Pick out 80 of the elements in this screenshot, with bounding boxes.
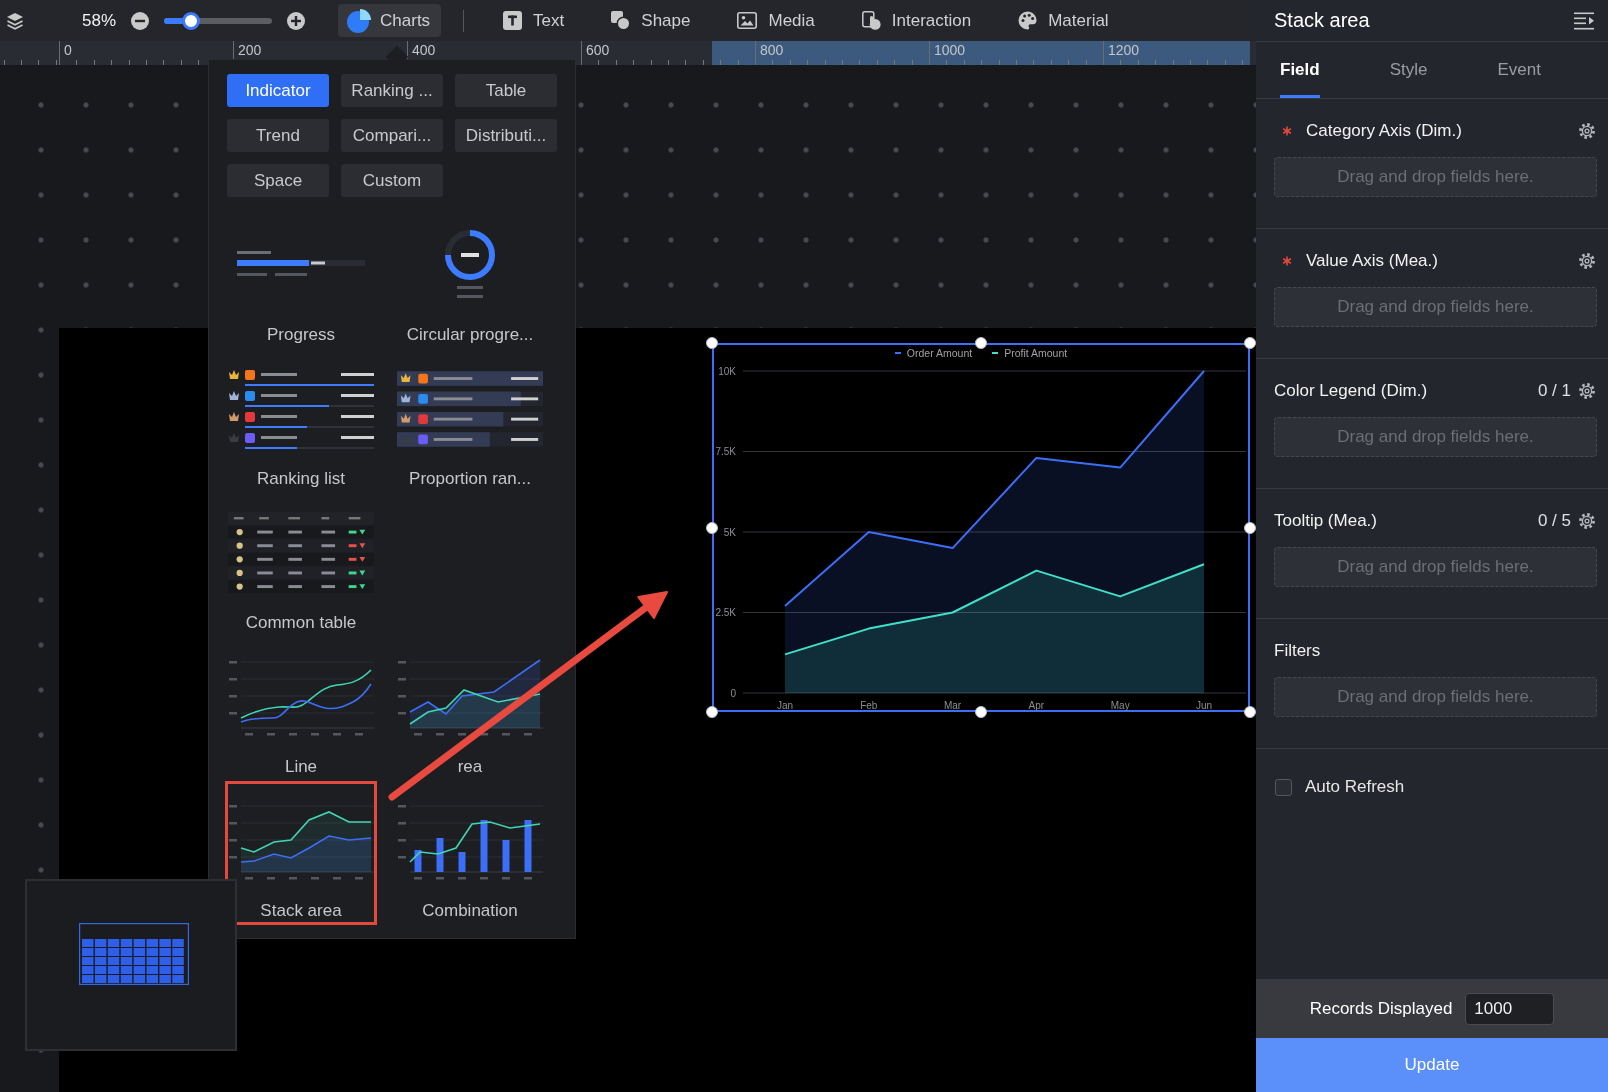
- ruler-label: 400: [411, 41, 436, 59]
- checkbox[interactable]: [1275, 778, 1292, 796]
- panel-title: Stack area: [1274, 9, 1370, 32]
- category-tab[interactable]: Custom: [341, 164, 443, 197]
- ruler-label: 1000: [933, 41, 966, 59]
- image-icon: [737, 12, 758, 29]
- toolbar-button[interactable]: Interaction: [861, 4, 972, 37]
- category-tab[interactable]: Distributi...: [455, 119, 557, 152]
- panel-tab[interactable]: Event: [1497, 42, 1541, 98]
- chart-type-tile[interactable]: Ranking list: [225, 349, 377, 493]
- indent-icon[interactable]: [1574, 11, 1594, 30]
- chart-type-tile[interactable]: Stack area: [225, 781, 377, 925]
- minimap[interactable]: [25, 879, 237, 1051]
- panel-tab[interactable]: Field: [1280, 42, 1320, 98]
- axis-label: 0: [730, 687, 736, 699]
- chart-type-tile[interactable]: Common table: [225, 493, 377, 637]
- checkbox-label[interactable]: Auto Refresh: [1305, 777, 1405, 797]
- resize-handle[interactable]: [706, 337, 718, 349]
- resize-handle[interactable]: [1244, 706, 1256, 718]
- settings-icon[interactable]: [1579, 513, 1595, 529]
- section-label: Filters: [1274, 641, 1321, 661]
- ruler-label: 600: [585, 41, 610, 59]
- resize-handle[interactable]: [1244, 521, 1256, 534]
- panel-tab[interactable]: Style: [1389, 42, 1428, 98]
- legend-label[interactable]: Profit Amount: [1004, 346, 1068, 360]
- category-tab[interactable]: Trend: [227, 119, 329, 152]
- category-tab[interactable]: Compari...: [341, 119, 443, 152]
- ruler-label: 0: [63, 41, 72, 59]
- category-tab[interactable]: Table: [455, 74, 557, 107]
- toolbar-button[interactable]: Text: [503, 4, 565, 37]
- ruler-label: 1200: [1107, 41, 1140, 59]
- toolbar-button[interactable]: Charts: [338, 4, 442, 37]
- axis-label: 10K: [718, 365, 736, 377]
- resize-handle[interactable]: [975, 706, 987, 718]
- section-label: Value Axis (Mea.): [1306, 251, 1438, 271]
- chart-type-tile[interactable]: Combination: [394, 781, 546, 925]
- shapes-icon: [611, 11, 631, 30]
- hand-pointer-icon: [861, 11, 881, 30]
- section-label: Color Legend (Dim.): [1274, 381, 1428, 401]
- records-input[interactable]: 1000: [1465, 992, 1555, 1025]
- axis-label: May: [1110, 700, 1130, 711]
- toolbar-button[interactable]: Shape: [611, 4, 691, 37]
- ruler-label: 800: [759, 41, 784, 59]
- chart-type-tile[interactable]: rea: [394, 637, 546, 781]
- records-label: Records Displayed: [1309, 998, 1453, 1019]
- chart-type-tile[interactable]: Line: [225, 637, 377, 781]
- zoom-in-icon[interactable]: [287, 11, 306, 30]
- settings-icon[interactable]: [1579, 383, 1595, 399]
- settings-icon[interactable]: [1579, 253, 1595, 269]
- category-tab[interactable]: Ranking ...: [341, 74, 443, 107]
- axis-label: Jun: [1195, 700, 1213, 711]
- axis-label: Mar: [944, 700, 962, 711]
- layers-icon[interactable]: [6, 11, 24, 30]
- toolbar-button[interactable]: Media: [737, 4, 815, 37]
- zoom-out-icon[interactable]: [131, 11, 150, 30]
- resize-handle[interactable]: [706, 706, 718, 718]
- zoom-value: 58%: [82, 10, 117, 31]
- field-count: 0 / 1: [1537, 381, 1571, 401]
- axis-label: Feb: [860, 700, 878, 711]
- toolbar-button[interactable]: Material: [1018, 4, 1109, 37]
- resize-handle[interactable]: [1244, 337, 1256, 349]
- legend-label[interactable]: Order Amount: [906, 346, 973, 360]
- slider-knob[interactable]: [182, 11, 201, 30]
- chart-type-tile[interactable]: Proportion ran...: [394, 349, 546, 493]
- category-tab[interactable]: Indicator: [227, 74, 329, 107]
- ruler-label: 200: [237, 41, 262, 59]
- category-tab[interactable]: Space: [227, 164, 329, 197]
- palette-icon: [1018, 11, 1038, 30]
- resize-handle[interactable]: [706, 521, 718, 534]
- pie-chart-icon: [347, 8, 372, 33]
- chart-type-tile[interactable]: Circular progre...: [394, 205, 546, 349]
- field-count: 0 / 5: [1537, 511, 1571, 531]
- settings-icon[interactable]: [1579, 123, 1595, 139]
- section-label: Tooltip (Mea.): [1274, 511, 1377, 531]
- section-label: Category Axis (Dim.): [1306, 121, 1462, 141]
- resize-handle[interactable]: [975, 337, 987, 349]
- axis-label: Apr: [1028, 700, 1045, 711]
- axis-label: Jan: [776, 700, 794, 711]
- chart-type-tile[interactable]: Progress: [225, 205, 377, 349]
- text-icon: [503, 11, 523, 30]
